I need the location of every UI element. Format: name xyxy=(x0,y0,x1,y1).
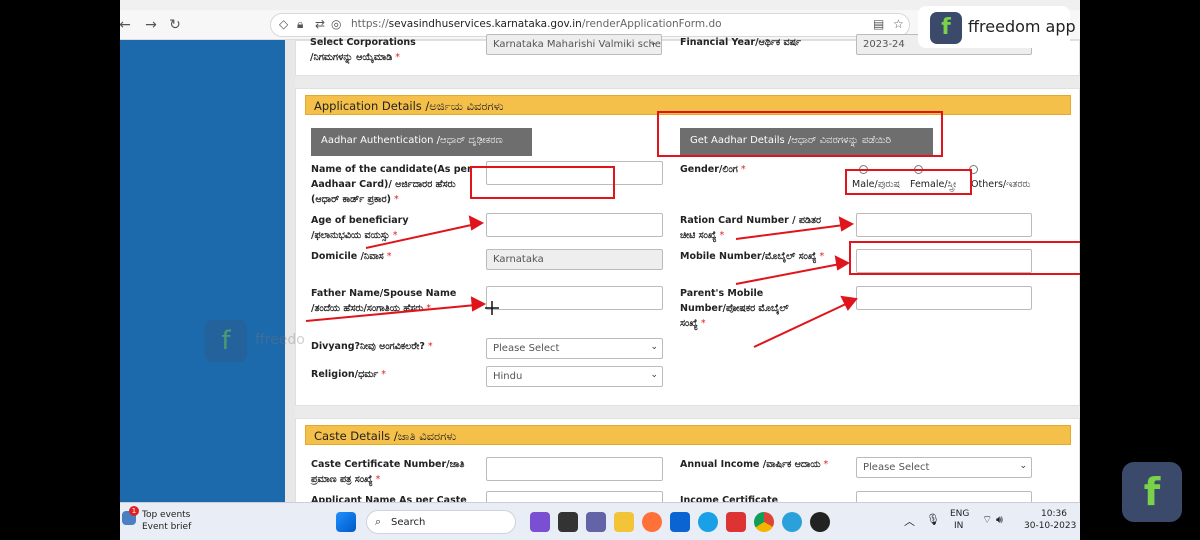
right-letterbox xyxy=(1080,0,1200,540)
arrow-head-parent-mobile xyxy=(840,295,858,311)
widget-subtitle[interactable]: Event brief xyxy=(142,522,191,532)
notification-badge: 1 xyxy=(129,506,139,516)
annual-income-select[interactable]: Please Select ⌄ xyxy=(856,457,1032,478)
wifi-icon[interactable]: ⌔ xyxy=(982,513,992,527)
chevron-down-icon: ⌄ xyxy=(1019,461,1027,471)
copilot-icon[interactable] xyxy=(530,512,550,532)
chrome-icon[interactable] xyxy=(754,512,774,532)
ffreedom-logo-icon: f xyxy=(930,12,962,44)
firefox-icon[interactable] xyxy=(642,512,662,532)
teams-icon[interactable] xyxy=(586,512,606,532)
ffreedom-corner-logo: f xyxy=(1122,462,1182,522)
arrow-head-age xyxy=(468,215,485,231)
left-letterbox xyxy=(0,0,120,540)
widget-title[interactable]: Top events xyxy=(142,510,190,520)
arrow-to-father xyxy=(305,304,477,322)
recorder-icon[interactable] xyxy=(810,512,830,532)
screen: ← → ↻ ◇ 🔒︎ ⇄ ◎ https://sevasindhuservice… xyxy=(120,0,1080,540)
lang-secondary[interactable]: IN xyxy=(954,521,963,531)
ffreedom-brand-text: ffreedom app xyxy=(968,17,1076,36)
forward-icon[interactable]: → xyxy=(140,14,162,36)
reload-icon[interactable]: ↻ xyxy=(164,14,186,36)
permissions-icon[interactable]: ⇄ xyxy=(315,17,325,31)
arrow-head-father xyxy=(470,296,487,312)
file-explorer-icon[interactable] xyxy=(614,512,634,532)
mouse-cursor-icon xyxy=(485,301,499,315)
caste-section-header: Caste Details /ಜಾತಿ ವಿವರಗಳು xyxy=(305,425,1071,445)
arrow-head-mobile xyxy=(834,255,851,271)
arrow-to-mobile xyxy=(735,263,841,285)
telegram-icon[interactable] xyxy=(782,512,802,532)
caste-panel: Caste Details /ಜಾತಿ ವಿವರಗಳು Caste Certif… xyxy=(295,418,1080,515)
financial-year-label: Financial Year/ಆರ್ಥಿಕ ವರ್ಷ xyxy=(680,37,801,48)
chevron-up-icon[interactable]: ︿ xyxy=(904,513,915,529)
corporation-select[interactable]: Karnataka Maharishi Valmiki sche ⌄ xyxy=(486,34,662,55)
select-corp-label: Select Corporations/ನಿಗಮಗಳನ್ನು ಆಯ್ಕೆಮಾಡಿ… xyxy=(310,37,416,63)
volume-icon[interactable]: 🔊︎ xyxy=(996,513,1003,527)
page-content: Select Corporations/ನಿಗಮಗಳನ್ನು ಆಯ್ಕೆಮಾಡಿ… xyxy=(295,34,1080,515)
caste-cert-label: Caste Certificate Number/ಜಾತಿ ಪ್ರಮಾಣ ಪತ್ರ… xyxy=(311,459,465,485)
search-icon: ⌕ xyxy=(375,515,382,528)
windows-start-icon[interactable] xyxy=(336,512,356,532)
arrow-to-ration xyxy=(735,224,845,240)
shield-icon[interactable]: ◇ xyxy=(279,17,288,31)
left-blue-sidebar xyxy=(120,40,285,502)
url-text[interactable]: https://sevasindhuservices.karnataka.gov… xyxy=(351,18,722,30)
ffreedom-app-badge: f ffreedom app xyxy=(918,6,1076,48)
ffreedom-watermark-logo: f xyxy=(205,320,247,362)
annual-income-label: Annual Income /ವಾರ್ಷಿಕ ಆದಾಯ * xyxy=(680,459,829,470)
edge-icon[interactable] xyxy=(698,512,718,532)
taskbar-search[interactable]: ⌕ Search xyxy=(366,510,516,534)
search-placeholder: Search xyxy=(391,517,426,528)
windows-taskbar: 1 Top events Event brief ⌕ Search ︿ 🎙︎ E… xyxy=(120,502,1080,540)
caste-cert-input[interactable] xyxy=(486,457,663,481)
lang-primary[interactable]: ENG xyxy=(950,509,969,519)
bookmark-star-icon[interactable]: ☆ xyxy=(893,17,904,31)
mail-icon[interactable] xyxy=(670,512,690,532)
chevron-down-icon: ⌄ xyxy=(649,38,657,48)
reader-view-icon[interactable]: ▤ xyxy=(873,17,884,31)
annotation-arrows xyxy=(305,215,858,348)
arrow-to-age xyxy=(365,223,477,249)
location-icon[interactable]: ◎ xyxy=(331,17,341,31)
application-panel: Application Details /ಅರ್ಜಿಯ ವಿವರಗಳು Aadh… xyxy=(295,88,1080,406)
back-icon[interactable]: ← xyxy=(120,14,136,36)
sidebar-gap xyxy=(285,40,295,502)
arrow-to-parent-mobile xyxy=(753,302,849,348)
arrow-head-ration xyxy=(838,216,855,232)
clock-date[interactable]: 30-10-2023 xyxy=(1024,521,1076,531)
lock-icon[interactable]: 🔒︎ xyxy=(297,17,303,32)
task-view-icon[interactable] xyxy=(558,512,578,532)
microphone-icon[interactable]: 🎙︎ xyxy=(926,513,940,526)
ffreedom-watermark-text: ffreedo xyxy=(255,332,305,348)
clock-time[interactable]: 10:36 xyxy=(1041,509,1067,519)
app-icon[interactable] xyxy=(726,512,746,532)
